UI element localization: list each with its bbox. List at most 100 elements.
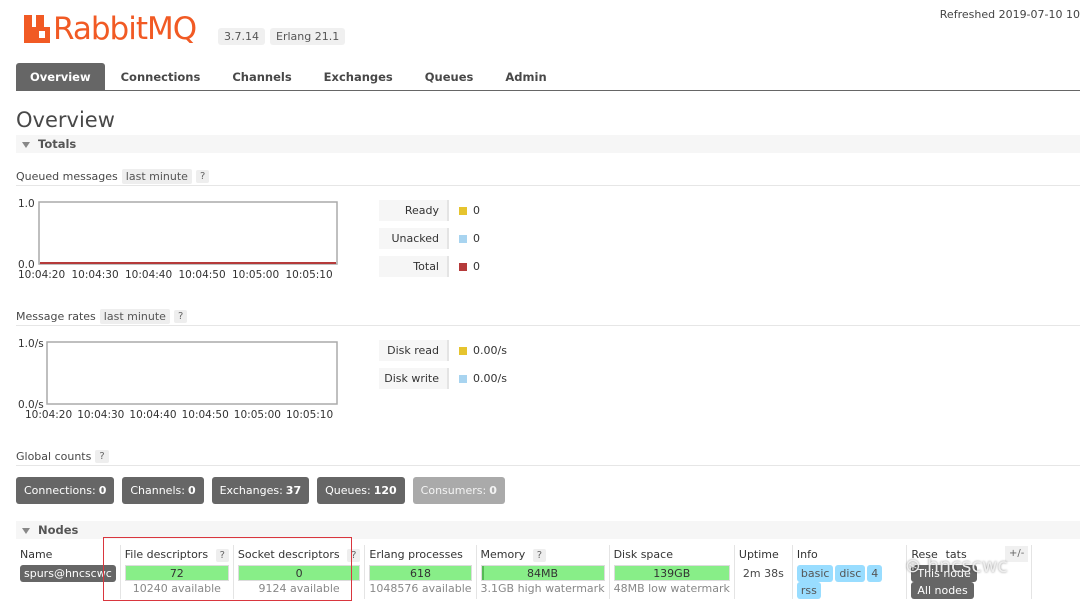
erlang-bar: 618 xyxy=(369,565,472,581)
rates-x-tick: 10:04:50 xyxy=(182,409,229,421)
rates-x-tick: 10:04:30 xyxy=(77,409,124,421)
node-name-link[interactable]: spurs@hncscwc xyxy=(20,565,116,582)
consumers-count-value: 0 xyxy=(489,484,497,497)
nodes-heading: Nodes xyxy=(38,523,79,537)
col-erlang-processes: Erlang processes xyxy=(364,545,477,563)
legend-label-total: Total xyxy=(379,256,449,277)
queued-y-top: 1.0 xyxy=(18,198,35,210)
queued-messages-range[interactable]: last minute xyxy=(121,169,192,184)
legend-value-disk-read: 0.00/s xyxy=(473,344,507,357)
legend-label-ready: Ready xyxy=(379,200,449,221)
queued-x-tick: 10:04:30 xyxy=(72,269,119,281)
global-counts-label: Global counts xyxy=(16,450,92,463)
watermark-text: hncscwc xyxy=(926,555,1008,577)
rates-y-top: 1.0/s xyxy=(18,338,44,350)
connections-count-button[interactable]: Connections: 0 xyxy=(16,477,115,504)
global-counts: Connections: 0 Channels: 0 Exchanges: 37 Qu… xyxy=(16,477,505,504)
legend-swatch-disk-write xyxy=(459,374,467,383)
rates-x-tick: 10:05:10 xyxy=(286,409,333,421)
queued-x-tick: 10:04:20 xyxy=(18,269,65,281)
col-uptime: Uptime xyxy=(734,545,793,563)
queued-x-tick: 10:04:40 xyxy=(125,269,172,281)
message-rates-range[interactable]: last minute xyxy=(99,309,170,324)
tab-exchanges[interactable]: Exchanges xyxy=(308,63,409,91)
tab-admin[interactable]: Admin xyxy=(489,63,562,91)
queued-x-tick: 10:04:50 xyxy=(179,269,226,281)
queues-count-button[interactable]: Queues: 120 xyxy=(317,477,405,504)
message-rates-help[interactable]: ? xyxy=(173,310,188,323)
global-counts-help[interactable]: ? xyxy=(95,450,109,463)
legend-swatch-unacked xyxy=(459,234,467,243)
rates-x-tick: 10:04:20 xyxy=(25,409,72,421)
column-toggle-button[interactable]: +/- xyxy=(1005,546,1029,562)
memory-watermark: 3.1GB high watermark xyxy=(480,582,605,595)
page-title: Overview xyxy=(16,108,115,132)
disk-watermark: 48MB low watermark xyxy=(613,582,730,595)
version-badge: 3.7.14 xyxy=(218,28,265,45)
legend-label-unacked: Unacked xyxy=(379,228,449,249)
reset-all-nodes-button[interactable]: All nodes xyxy=(911,582,974,599)
queued-messages-header: Queued messages last minute ? xyxy=(16,168,1080,186)
legend-row-total: Total 0 xyxy=(379,256,480,277)
global-counts-header: Global counts ? xyxy=(16,448,1080,466)
info-cell: basic disc 4 rss xyxy=(792,563,908,599)
exchanges-count-button[interactable]: Exchanges: 37 xyxy=(211,477,310,504)
main-nav-tabs: Overview Connections Channels Exchanges … xyxy=(16,63,1080,91)
consumers-count-button[interactable]: Consumers: 0 xyxy=(412,477,505,504)
queues-count-value: 120 xyxy=(373,484,397,497)
consumers-count-label: Consumers: xyxy=(420,484,487,497)
legend-swatch-total xyxy=(459,262,467,271)
tab-queues[interactable]: Queues xyxy=(409,63,490,91)
message-rates-header: Message rates last minute ? xyxy=(16,308,1080,326)
rates-x-tick: 10:04:40 xyxy=(129,409,176,421)
legend-row-disk-write: Disk write 0.00/s xyxy=(379,368,507,389)
collapse-triangle-icon xyxy=(22,141,30,148)
highlight-annotation-box xyxy=(103,537,352,601)
brand-name: RabbitMQ xyxy=(53,11,197,47)
message-rates-chart: 1.0/s 0.0/s 10:04:20 10:04:30 10:04:40 10:0… xyxy=(16,336,346,425)
queued-messages-help[interactable]: ? xyxy=(195,170,210,183)
erlang-available: 1048576 available xyxy=(369,582,472,595)
queues-count-label: Queues: xyxy=(325,484,371,497)
watermark: ⊛ hncscwc xyxy=(905,555,1008,577)
legend-swatch-ready xyxy=(459,206,467,215)
channels-count-value: 0 xyxy=(187,484,196,497)
disk-bar: 139GB xyxy=(613,565,730,581)
channels-count-label: Channels: xyxy=(130,484,185,497)
col-disk-space: Disk space xyxy=(609,545,735,563)
info-chip-disc: disc xyxy=(835,565,866,582)
queued-messages-chart-svg: 1.0 0.0 10:04:20 10:04:30 10:04:40 10:04:50… xyxy=(18,198,338,281)
queued-messages-label: Queued messages xyxy=(16,170,118,183)
connections-count-label: Connections: xyxy=(24,484,96,497)
totals-section-toggle[interactable]: Totals xyxy=(16,135,1080,153)
queued-x-tick: 10:05:00 xyxy=(232,269,279,281)
tab-channels[interactable]: Channels xyxy=(216,63,307,91)
legend-swatch-disk-read xyxy=(459,346,467,355)
memory-cell: 84MB 3.1GB high watermark xyxy=(476,563,610,599)
rabbitmq-logo[interactable]: RabbitMQ xyxy=(24,11,197,47)
erlang-version-badge: Erlang 21.1 xyxy=(270,28,346,45)
message-rates-legend: Disk read 0.00/s Disk write 0.00/s xyxy=(379,340,507,396)
collapse-triangle-icon xyxy=(22,527,30,534)
legend-value-ready: 0 xyxy=(473,204,480,217)
tab-overview[interactable]: Overview xyxy=(16,63,105,91)
channels-count-button[interactable]: Channels: 0 xyxy=(122,477,204,504)
legend-value-unacked: 0 xyxy=(473,232,480,245)
memory-help[interactable]: ? xyxy=(532,548,547,562)
disk-cell: 139GB 48MB low watermark xyxy=(609,563,735,599)
exchanges-count-value: 37 xyxy=(285,484,302,497)
rates-plot-area xyxy=(46,341,338,405)
queued-plot-area xyxy=(38,201,338,265)
legend-value-disk-write: 0.00/s xyxy=(473,372,507,385)
legend-value-total: 0 xyxy=(473,260,480,273)
message-rates-label: Message rates xyxy=(16,310,96,323)
legend-label-disk-write: Disk write xyxy=(379,368,449,389)
tab-connections[interactable]: Connections xyxy=(105,63,217,91)
rabbitmq-logo-icon xyxy=(24,15,50,43)
col-info: Info xyxy=(792,545,908,563)
col-memory: Memory ? xyxy=(476,545,610,563)
queued-messages-legend: Ready 0 Unacked 0 Total 0 xyxy=(379,200,480,284)
erlang-cell: 618 1048576 available xyxy=(364,563,477,599)
col-memory-label: Memory xyxy=(480,547,526,561)
totals-heading: Totals xyxy=(38,137,77,151)
